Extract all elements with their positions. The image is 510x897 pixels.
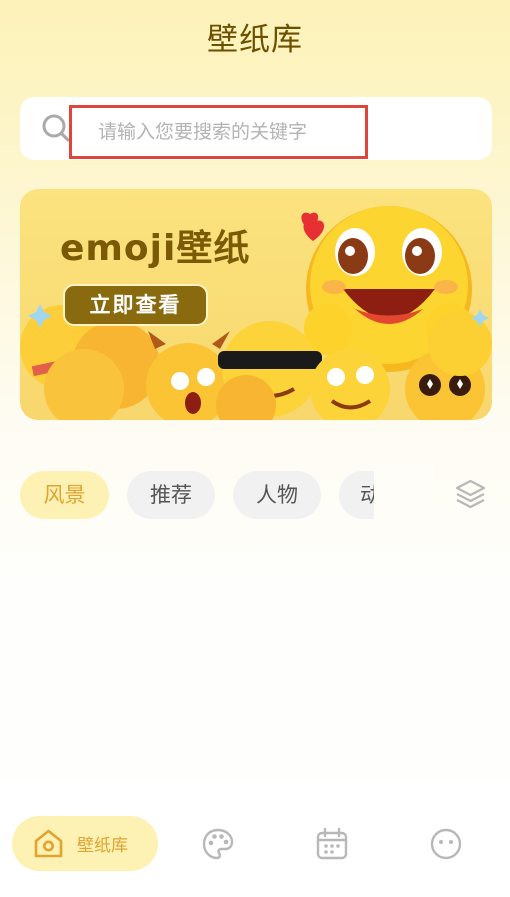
calendar-icon[interactable] — [315, 827, 349, 861]
category-chip-scenery[interactable]: 风景 — [20, 471, 109, 519]
category-fade-mask — [374, 465, 434, 525]
search-bar — [20, 97, 492, 160]
layers-icon[interactable] — [454, 478, 487, 511]
view-now-button[interactable]: 立即查看 — [63, 284, 208, 326]
palette-icon[interactable] — [201, 827, 235, 861]
category-chip-people[interactable]: 人物 — [233, 471, 321, 519]
search-input[interactable] — [69, 105, 368, 159]
search-icon[interactable] — [41, 113, 71, 143]
banner-title: emoji壁纸 — [60, 228, 251, 269]
face-icon[interactable] — [429, 827, 463, 861]
page-title: 壁纸库 — [207, 22, 303, 58]
bottom-tab-bar: 壁纸库 — [0, 780, 510, 897]
tab-home[interactable]: 壁纸库 — [12, 816, 158, 871]
category-chip-recommended[interactable]: 推荐 — [127, 471, 215, 519]
tab-home-label: 壁纸库 — [77, 836, 128, 856]
promo-banner[interactable]: emoji壁纸 立即查看 — [20, 189, 492, 420]
home-icon — [34, 829, 63, 858]
